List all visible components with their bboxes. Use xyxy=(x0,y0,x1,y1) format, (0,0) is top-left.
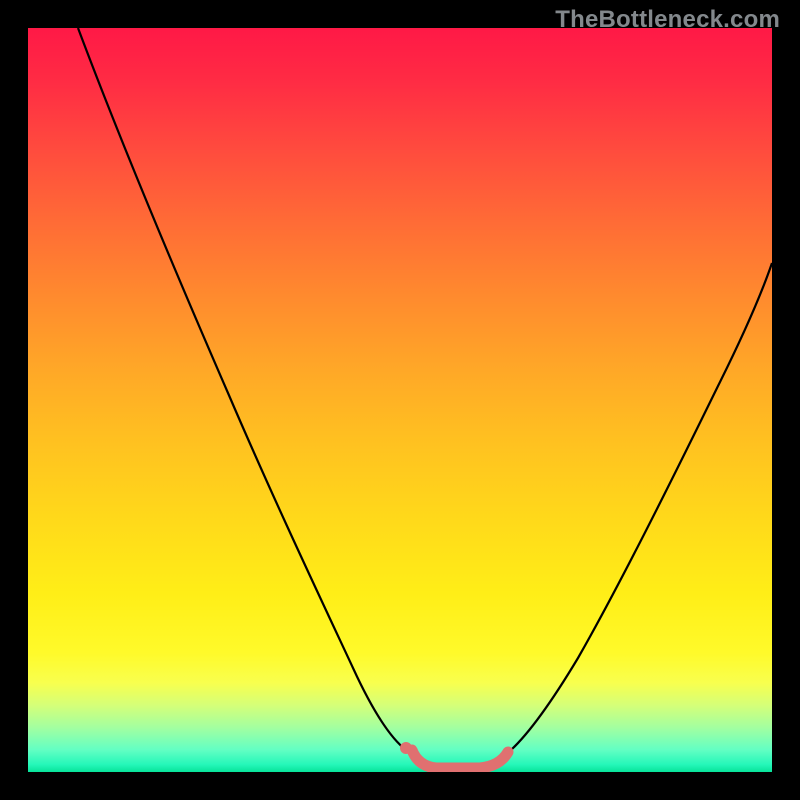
chart-svg xyxy=(28,28,772,772)
floor-dot xyxy=(400,742,412,754)
floor-segment xyxy=(412,750,508,768)
chart-frame xyxy=(28,28,772,772)
curve-left xyxy=(78,28,406,750)
curve-right xyxy=(511,263,772,750)
